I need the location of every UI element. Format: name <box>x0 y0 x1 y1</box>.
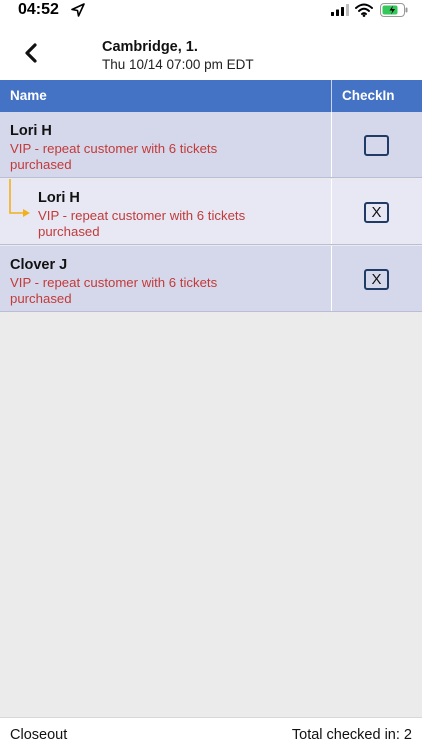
checkin-checkbox[interactable]: X <box>364 202 389 223</box>
attendee-name: Lori H <box>38 190 80 206</box>
wifi-icon <box>355 3 373 17</box>
column-divider <box>331 112 332 177</box>
table-row[interactable]: Lori H VIP - repeat customer with 6 tick… <box>0 179 422 245</box>
attendee-note: VIP - repeat customer with 6 tickets pur… <box>38 208 246 239</box>
event-title: Cambridge, 1. <box>102 39 198 55</box>
chevron-left-icon <box>25 43 37 63</box>
attendee-name: Lori H <box>10 123 52 139</box>
total-checked-in: Total checked in: 2 <box>291 727 412 743</box>
column-divider <box>331 179 332 244</box>
battery-icon <box>380 3 408 17</box>
column-header-checkin: CheckIn <box>342 88 395 103</box>
closeout-button[interactable]: Closeout <box>10 727 67 743</box>
table-row[interactable]: Lori H VIP - repeat customer with 6 tick… <box>0 112 422 178</box>
status-bar: 04:52 <box>0 0 422 22</box>
attendee-note: VIP - repeat customer with 6 tickets pur… <box>10 275 218 306</box>
event-datetime: Thu 10/14 07:00 pm EDT <box>102 57 254 72</box>
signal-icon <box>331 4 349 16</box>
checkin-checkbox[interactable] <box>364 135 389 156</box>
column-divider <box>331 80 332 112</box>
table-row[interactable]: Clover J VIP - repeat customer with 6 ti… <box>0 246 422 312</box>
event-header: Cambridge, 1. Thu 10/14 07:00 pm EDT <box>0 22 422 80</box>
footer-bar: Closeout Total checked in: 2 <box>0 717 422 750</box>
status-time: 04:52 <box>18 1 59 18</box>
column-header-name: Name <box>10 88 47 103</box>
attendee-name: Clover J <box>10 257 68 273</box>
back-button[interactable] <box>14 36 48 70</box>
attendee-note: VIP - repeat customer with 6 tickets pur… <box>10 141 218 172</box>
table-header: Name CheckIn <box>0 80 422 112</box>
child-arrow-icon <box>9 179 30 217</box>
checkin-checkbox[interactable]: X <box>364 269 389 290</box>
column-divider <box>331 246 332 311</box>
location-arrow-icon <box>71 3 85 17</box>
